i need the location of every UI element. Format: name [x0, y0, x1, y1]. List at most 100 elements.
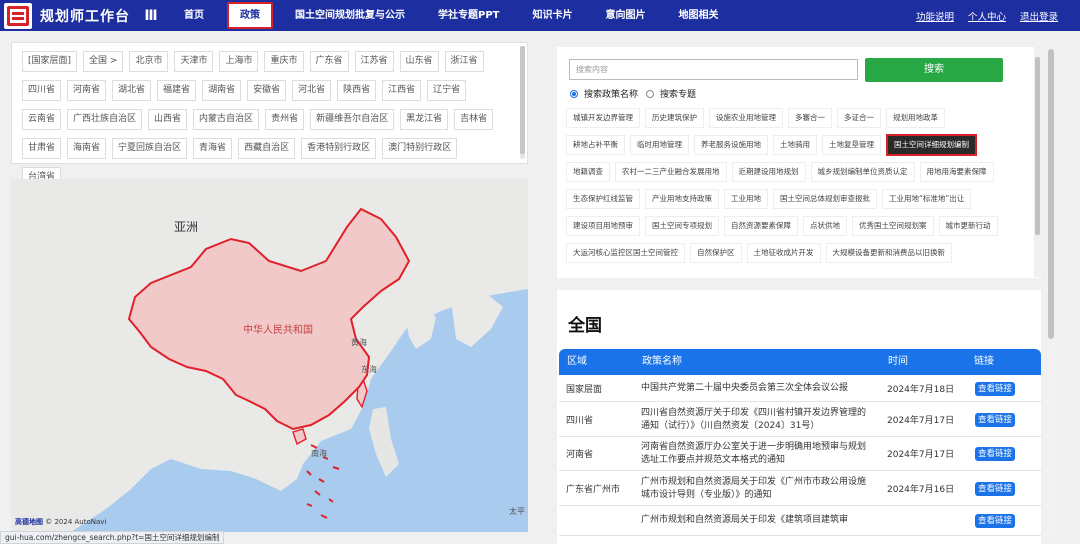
topic-tag[interactable]: 优秀国土空间规划案 [852, 216, 934, 236]
region-scrollbar[interactable] [520, 46, 525, 159]
region-chip[interactable]: 云南省 [22, 109, 62, 130]
region-chip[interactable]: 宁夏回族自治区 [112, 138, 188, 159]
region-chip[interactable]: 贵州省 [265, 109, 305, 130]
region-chip[interactable]: 青海省 [193, 138, 233, 159]
topic-tag[interactable]: 自然资源要素保障 [724, 216, 798, 236]
topic-tag[interactable]: 建设项目用地预审 [566, 216, 640, 236]
view-link-button[interactable]: 查看链接 [975, 514, 1016, 528]
topic-tag[interactable]: 土地复垦管理 [822, 135, 881, 155]
topic-tag[interactable]: 工业用地“标准地”出让 [882, 189, 972, 209]
region-chip[interactable]: 海南省 [67, 138, 107, 159]
region-chip[interactable]: 浙江省 [444, 51, 484, 72]
topic-tag[interactable]: 历史建筑保护 [645, 108, 704, 128]
tag-scrollbar-thumb[interactable] [1035, 57, 1040, 235]
region-chip[interactable]: 天津市 [174, 51, 214, 72]
topic-tag[interactable]: 土地征收成片开发 [746, 243, 821, 263]
topic-tag[interactable]: 城乡规划编制单位资质认定 [810, 162, 915, 182]
topic-tag[interactable]: 农村一二三产业融合发展用地 [615, 162, 727, 182]
topic-tag[interactable]: 点状供地 [803, 216, 847, 236]
topic-tag[interactable]: 工业用地 [724, 189, 768, 209]
topic-tag[interactable]: 用地用海要素保障 [919, 162, 994, 182]
map-canvas[interactable]: 亚洲 中华人民共和国 黄海 东海 南海 太平 [11, 179, 528, 532]
search-input[interactable]: 搜索内容 [569, 59, 858, 80]
radio-topic[interactable] [646, 89, 655, 98]
search-button[interactable]: 搜索 [865, 58, 1003, 82]
nav-spatial-planning-approval[interactable]: 国土空间规划批复与公示 [295, 0, 405, 31]
topic-tag[interactable]: 土地骑用 [773, 135, 817, 155]
nav-knowledge-cards[interactable]: 知识卡片 [532, 0, 572, 31]
region-scrollbar-thumb[interactable] [520, 46, 525, 154]
topic-tag[interactable]: 设施农业用地管理 [709, 108, 783, 128]
view-link-button[interactable]: 查看链接 [975, 382, 1016, 396]
region-chip[interactable]: 北京市 [129, 51, 169, 72]
region-chip[interactable]: 澳门特别行政区 [382, 138, 458, 159]
topic-tag[interactable]: 产业用地支持政策 [645, 189, 719, 209]
region-chip[interactable]: 内蒙古自治区 [193, 109, 260, 130]
menu-toggle-icon[interactable]: Ⅲ [142, 8, 160, 24]
row-policy-name[interactable]: 河南省自然资源厅办公室关于进一步明确用地预审与规划选址工作要点并规范文本格式的通… [641, 441, 871, 467]
radio-policy-name[interactable] [570, 89, 578, 98]
help-link[interactable]: 功能说明 [916, 9, 954, 23]
china-map[interactable]: 亚洲 中华人民共和国 黄海 东海 南海 太平 高德地图 © 2024 AutoN… [11, 179, 528, 532]
nav-intent-images[interactable]: 意向图片 [605, 0, 645, 31]
region-chip[interactable]: 福建省 [157, 80, 197, 101]
topic-tag[interactable]: 城镇开发边界管理 [566, 108, 640, 128]
topic-tag[interactable]: 国土空间总体规划审查报批 [773, 189, 877, 209]
view-link-button[interactable]: 查看链接 [975, 447, 1016, 461]
topic-tag[interactable]: 规划用地政革 [886, 108, 945, 128]
region-chip[interactable]: [国家层面] [22, 51, 78, 72]
radio-topic-label[interactable]: 搜索专题 [660, 87, 696, 100]
region-chip[interactable]: 广西壮族自治区 [67, 109, 143, 130]
region-chip[interactable]: 吉林省 [454, 109, 494, 130]
radio-policy-name-label[interactable]: 搜索政策名称 [584, 87, 638, 100]
topic-tag[interactable]: 城市更新行动 [938, 216, 998, 236]
topic-tag[interactable]: 国土空间专项规划 [645, 216, 719, 236]
topic-tag[interactable]: 近期建设用地规划 [731, 162, 806, 182]
region-chip[interactable]: 四川省 [22, 80, 62, 101]
region-chip[interactable]: 河南省 [67, 80, 107, 101]
tag-scrollbar[interactable] [1034, 47, 1041, 277]
topic-tag[interactable]: 养老服务设施用地 [694, 135, 768, 155]
row-policy-name[interactable]: 广州市规划和自然资源局关于印发《建筑项目建筑审 [641, 514, 871, 527]
page-scrollbar-thumb[interactable] [1048, 49, 1054, 339]
region-chip[interactable]: 黑龙江省 [400, 109, 449, 130]
view-link-button[interactable]: 查看链接 [975, 482, 1016, 496]
page-scrollbar[interactable] [1047, 47, 1055, 535]
app-logo[interactable] [4, 2, 32, 29]
profile-link[interactable]: 个人中心 [968, 9, 1006, 23]
region-chip[interactable]: 甘肃省 [22, 138, 62, 159]
region-chip[interactable]: 西藏自治区 [238, 138, 296, 159]
region-chip[interactable]: 河北省 [292, 80, 332, 101]
row-policy-name[interactable]: 四川省自然资源厅关于印发《四川省村镇开发边界管理的通知（试行）》（川自然资发〔2… [641, 407, 871, 433]
region-chip[interactable]: 江苏省 [354, 51, 394, 72]
region-chip[interactable]: 江西省 [382, 80, 422, 101]
logout-link[interactable]: 退出登录 [1020, 9, 1058, 23]
nav-topic-ppt[interactable]: 学社专题PPT [438, 0, 499, 31]
nav-map[interactable]: 地图相关 [678, 0, 718, 31]
topic-tag[interactable]: 多審合一 [788, 108, 832, 128]
region-chip[interactable]: 辽宁省 [427, 80, 467, 101]
nav-policy[interactable]: 政策 [227, 2, 273, 29]
region-chip[interactable]: 重庆市 [264, 51, 304, 72]
topic-tag[interactable]: 耕地占补平衡 [566, 135, 625, 155]
topic-tag[interactable]: 生态保护红线监管 [566, 189, 640, 209]
region-chip[interactable]: 湖北省 [112, 80, 152, 101]
region-chip[interactable]: 广东省 [309, 51, 349, 72]
topic-tag[interactable]: 临时用地管理 [630, 135, 689, 155]
topic-tag[interactable]: 地籍调查 [566, 162, 610, 182]
region-chip[interactable]: 山西省 [148, 109, 188, 130]
region-chip[interactable]: 全国 > [83, 51, 124, 72]
topic-tag-selected[interactable]: 国土空间详细规划编制 [886, 134, 977, 156]
topic-tag[interactable]: 多证合一 [837, 108, 881, 128]
row-policy-name[interactable]: 广州市规划和自然资源局关于印发《广州市市政公用设施城市设计导则（专业版）》的通知 [641, 476, 871, 502]
region-chip[interactable]: 上海市 [219, 51, 259, 72]
topic-tag[interactable]: 大规模设备更新和消费品以旧换新 [825, 243, 952, 263]
region-chip[interactable]: 山东省 [399, 51, 439, 72]
nav-home[interactable]: 首页 [184, 0, 204, 31]
region-chip[interactable]: 湖南省 [202, 80, 242, 101]
view-link-button[interactable]: 查看链接 [975, 413, 1016, 427]
topic-tag[interactable]: 大运河核心监控区国土空间管控 [566, 243, 685, 263]
row-policy-name[interactable]: 中国共产党第二十届中央委员会第三次全体会议公报 [641, 382, 871, 395]
region-chip[interactable]: 安徽省 [247, 80, 287, 101]
region-chip[interactable]: 陕西省 [337, 80, 377, 101]
